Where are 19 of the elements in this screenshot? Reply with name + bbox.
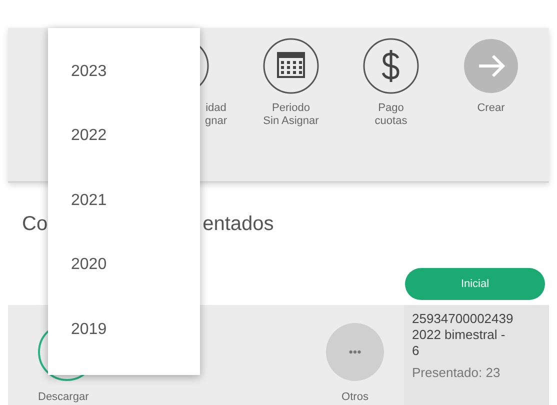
detail-text: 25934700002439 xyxy=(412,311,514,327)
detail-text: 6 xyxy=(412,343,420,359)
status-badge: Inicial xyxy=(405,268,545,300)
year-option[interactable]: 2021 xyxy=(48,182,200,246)
section-heading: Co xyxy=(22,213,48,236)
year-option[interactable]: 2019 xyxy=(48,310,200,376)
year-option[interactable]: 2022 xyxy=(48,117,200,182)
action-button[interactable]: Pago cuotas xyxy=(341,28,441,181)
others-label: Otros xyxy=(342,391,368,403)
action-button[interactable]: Crear xyxy=(441,28,541,181)
action-button[interactable]: Periodo Sin Asignar xyxy=(241,28,341,181)
year-option[interactable]: 2023 xyxy=(48,53,200,118)
calendar-icon xyxy=(261,36,321,96)
download-label: Descargar xyxy=(38,391,89,403)
section-heading: entados xyxy=(202,213,274,236)
year-option[interactable]: 2020 xyxy=(48,246,200,311)
detail-text: 2022 bimestral - xyxy=(412,327,506,343)
dollar-icon xyxy=(361,36,421,96)
detail-text: Presentado: 23 xyxy=(412,365,502,381)
